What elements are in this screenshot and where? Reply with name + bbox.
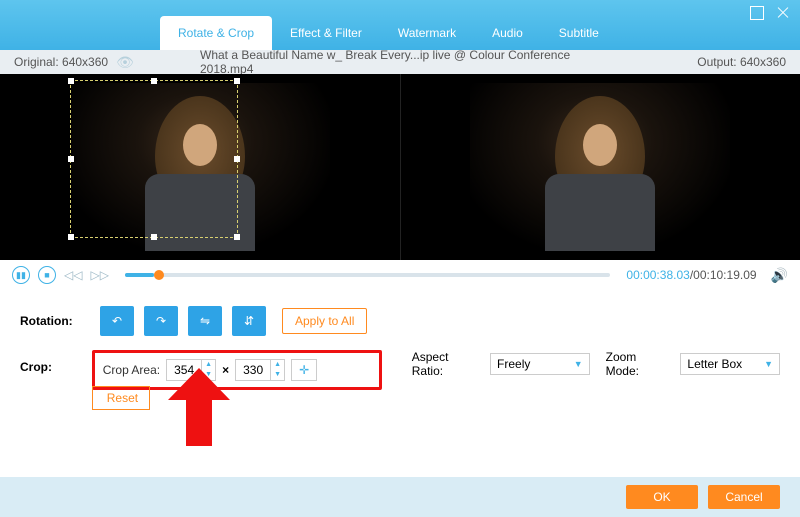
stop-button[interactable]: ■ xyxy=(38,266,56,284)
preview-row xyxy=(0,74,800,260)
crop-handle[interactable] xyxy=(68,156,74,162)
close-icon[interactable] xyxy=(776,6,790,20)
annotation-arrow xyxy=(168,368,230,446)
time-total: /00:10:19.09 xyxy=(690,268,757,282)
next-frame-button[interactable]: ▷▷ xyxy=(90,268,108,282)
footer-bar: OK Cancel xyxy=(0,477,800,517)
time-display: 00:00:38.03/00:10:19.09 xyxy=(626,268,756,282)
crop-handle[interactable] xyxy=(234,156,240,162)
crop-height-up[interactable]: ▲ xyxy=(271,360,284,370)
flip-vertical-button[interactable]: ⇵ xyxy=(232,306,266,336)
crop-height-down[interactable]: ▼ xyxy=(271,370,284,380)
ok-button[interactable]: OK xyxy=(626,485,698,509)
filename-label: What a Beautiful Name w_ Break Every...i… xyxy=(200,48,600,76)
original-size-label: Original: 640x360 xyxy=(14,55,108,69)
crop-handle[interactable] xyxy=(68,78,74,84)
rotation-label: Rotation: xyxy=(20,314,100,328)
seek-fill xyxy=(125,273,154,277)
controls-area: Rotation: ↶ ↷ ⇋ ⇵ Apply to All Crop: Cro… xyxy=(0,290,800,430)
tab-watermark[interactable]: Watermark xyxy=(380,16,474,50)
crop-height-stepper[interactable]: ▲▼ xyxy=(235,359,285,381)
volume-icon[interactable]: 🔊 xyxy=(771,267,788,284)
tab-audio[interactable]: Audio xyxy=(474,16,541,50)
chevron-down-icon: ▼ xyxy=(574,359,583,369)
reset-button[interactable]: Reset xyxy=(92,386,150,410)
info-bar: Original: 640x360 👁 What a Beautiful Nam… xyxy=(0,50,800,74)
crop-area-group: Crop Area: ▲▼ × ▲▼ ✛ xyxy=(92,350,382,390)
preview-output xyxy=(401,74,800,260)
eye-icon[interactable]: 👁 xyxy=(116,54,134,71)
flip-horizontal-button[interactable]: ⇋ xyxy=(188,306,222,336)
crop-height-input[interactable] xyxy=(236,363,270,377)
zoom-mode-label: Zoom Mode: xyxy=(606,350,665,378)
preview-original[interactable] xyxy=(0,74,401,260)
title-bar: Rotate & Crop Effect & Filter Watermark … xyxy=(0,0,800,50)
pause-button[interactable]: ▮▮ xyxy=(12,266,30,284)
zoom-mode-value: Letter Box xyxy=(687,357,742,371)
time-current: 00:00:38.03 xyxy=(626,268,689,282)
crop-handle[interactable] xyxy=(68,234,74,240)
crop-area-label: Crop Area: xyxy=(103,363,160,377)
aspect-ratio-value: Freely xyxy=(497,357,530,371)
aspect-ratio-select[interactable]: Freely ▼ xyxy=(490,353,590,375)
video-thumb-right xyxy=(470,83,730,251)
crop-handle[interactable] xyxy=(234,78,240,84)
prev-frame-button[interactable]: ◁◁ xyxy=(64,268,82,282)
crop-label: Crop: xyxy=(20,350,92,374)
seek-track[interactable] xyxy=(125,273,610,277)
aspect-ratio-label: Aspect Ratio: xyxy=(412,350,474,378)
crop-center-button[interactable]: ✛ xyxy=(291,359,317,381)
seek-knob[interactable] xyxy=(154,270,164,280)
player-bar: ▮▮ ■ ◁◁ ▷▷ 00:00:38.03/00:10:19.09 🔊 xyxy=(0,260,800,290)
chevron-down-icon: ▼ xyxy=(764,359,773,369)
output-size-label: Output: 640x360 xyxy=(697,55,786,69)
crop-handle[interactable] xyxy=(234,234,240,240)
crop-selection[interactable] xyxy=(70,80,238,238)
zoom-mode-select[interactable]: Letter Box ▼ xyxy=(680,353,780,375)
crop-handle[interactable] xyxy=(151,234,157,240)
crop-handle[interactable] xyxy=(151,78,157,84)
apply-to-all-button[interactable]: Apply to All xyxy=(282,308,367,334)
tab-subtitle[interactable]: Subtitle xyxy=(541,16,617,50)
maximize-icon[interactable] xyxy=(750,6,764,20)
tab-rotate-crop[interactable]: Rotate & Crop xyxy=(160,16,272,50)
tab-effect-filter[interactable]: Effect & Filter xyxy=(272,16,380,50)
rotate-cw-button[interactable]: ↷ xyxy=(144,306,178,336)
cancel-button[interactable]: Cancel xyxy=(708,485,780,509)
tab-bar: Rotate & Crop Effect & Filter Watermark … xyxy=(160,16,617,50)
rotate-ccw-button[interactable]: ↶ xyxy=(100,306,134,336)
